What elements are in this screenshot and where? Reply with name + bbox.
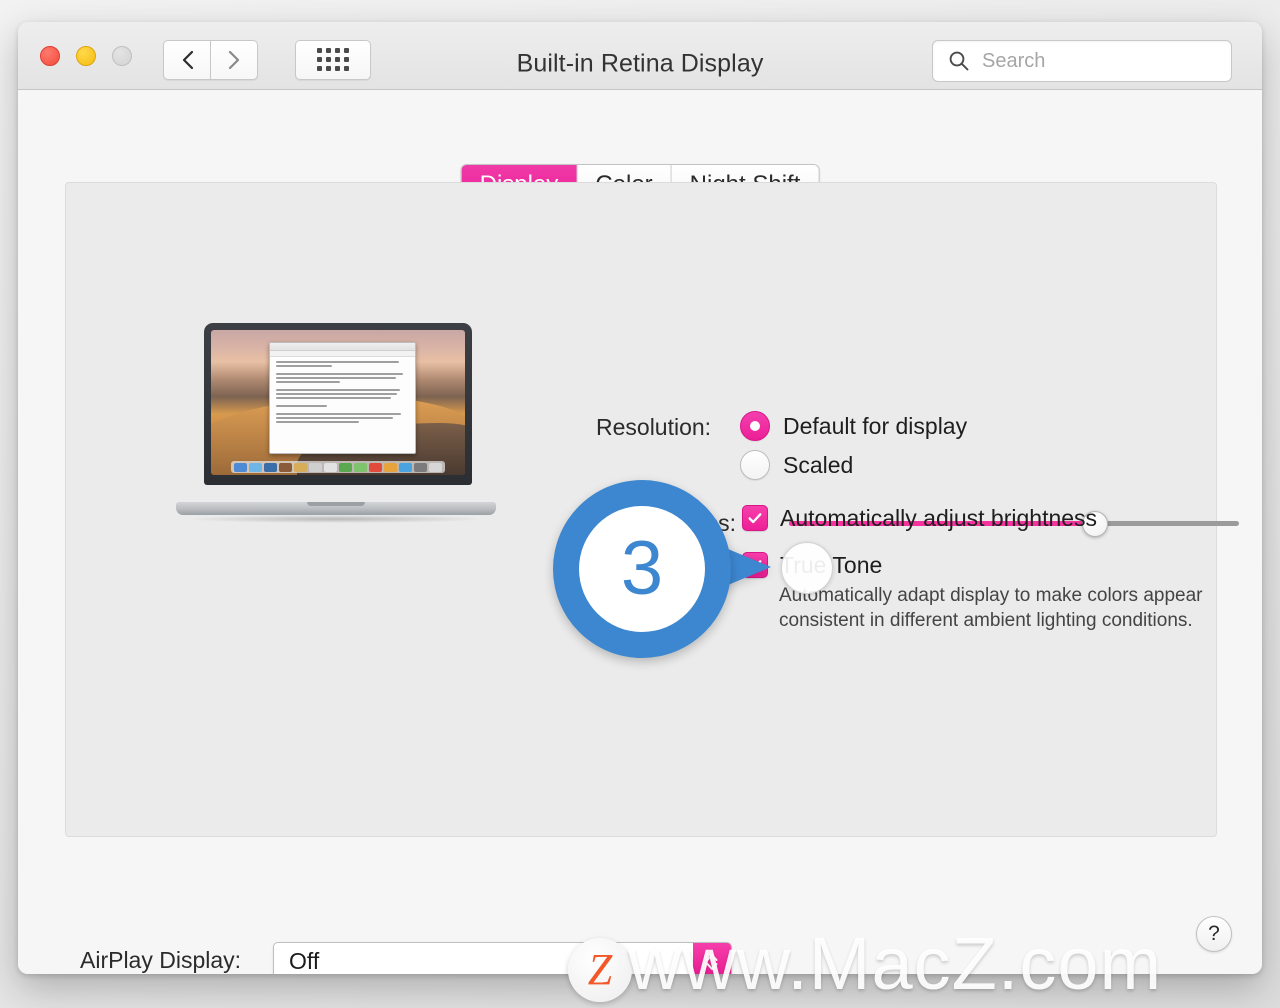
- preference-pane-content: Display Color Night Shift: [18, 90, 1262, 974]
- display-settings-panel: Resolution: Default for display Scaled e…: [65, 182, 1239, 837]
- step-callout-3: 3: [553, 480, 833, 658]
- system-preferences-window: Built-in Retina Display Display Color Ni…: [18, 22, 1262, 974]
- search-input[interactable]: [980, 48, 1204, 74]
- callout-highlight-ring: [781, 542, 833, 594]
- checkbox-label-auto-brightness: Automatically adjust brightness: [780, 505, 1098, 531]
- macbook-base: [176, 502, 496, 515]
- radio-label-scaled: Scaled: [783, 451, 854, 478]
- document-text-body: [270, 357, 415, 429]
- airplay-display-popup[interactable]: Off: [273, 942, 732, 974]
- resolution-label: Resolution:: [596, 414, 712, 440]
- radio-label-default: Default for display: [783, 412, 968, 439]
- document-window-thumbnail: [269, 341, 417, 454]
- macbook-illustration: [176, 323, 496, 523]
- chevron-up-down-icon[interactable]: [693, 943, 731, 974]
- true-tone-description: Automatically adapt display to make colo…: [779, 585, 1203, 631]
- help-button[interactable]: ?: [1196, 916, 1232, 952]
- radio-default-for-display[interactable]: [740, 411, 770, 441]
- resolution-option-scaled[interactable]: Scaled: [740, 450, 853, 480]
- window-titlebar: Built-in Retina Display: [18, 22, 1262, 90]
- document-toolbar: [270, 342, 416, 351]
- macbook-trackpad-notch: [307, 502, 365, 506]
- callout-number: 3: [620, 526, 664, 611]
- radio-scaled[interactable]: [740, 450, 770, 480]
- search-field[interactable]: [932, 40, 1232, 82]
- dock-thumbnail: [231, 461, 445, 473]
- auto-brightness-row[interactable]: Automatically adjust brightness: [742, 505, 1097, 531]
- search-icon: [948, 50, 970, 72]
- macbook-screen: [211, 330, 465, 475]
- resolution-option-default[interactable]: Default for display: [740, 411, 967, 441]
- macbook-lid: [204, 323, 472, 485]
- callout-inner-circle: 3: [579, 506, 705, 632]
- airplay-display-label: AirPlay Display:: [80, 947, 242, 973]
- airplay-display-value: Off: [289, 948, 320, 974]
- macbook-shadow: [190, 515, 482, 523]
